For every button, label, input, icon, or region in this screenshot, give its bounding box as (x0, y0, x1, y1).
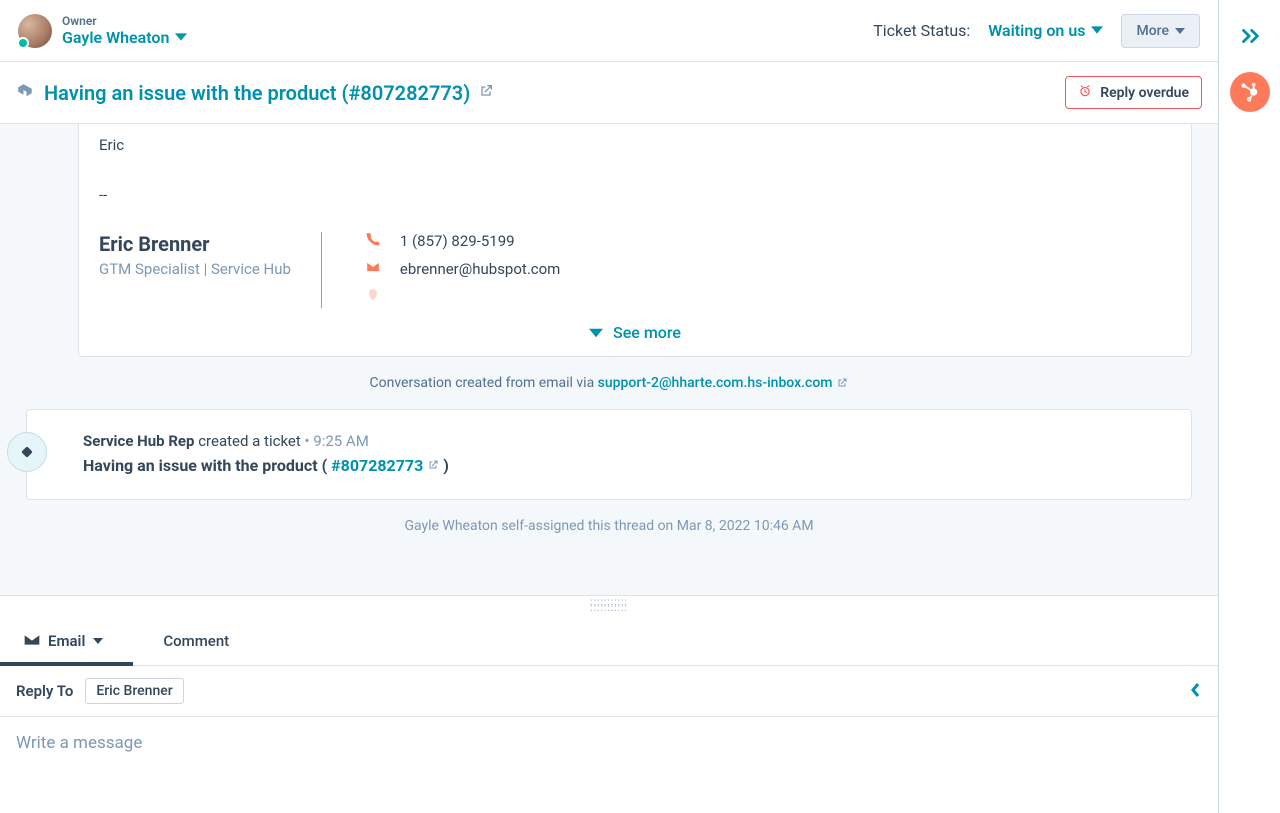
message-editor[interactable] (0, 717, 1218, 813)
event-time: 9:25 AM (313, 432, 369, 450)
chevron-down-icon (589, 326, 603, 340)
ticket-badge-icon (7, 432, 47, 472)
reply-overdue-badge: Reply overdue (1065, 76, 1202, 109)
phone-icon (366, 232, 380, 250)
caret-down-icon (175, 28, 187, 47)
caret-down-icon (93, 632, 103, 650)
caret-down-icon (1091, 21, 1103, 40)
location-icon (366, 288, 380, 306)
signature-phone: 1 (857) 829-5199 (400, 232, 515, 250)
ticket-created-event: Service Hub Rep created a ticket • 9:25 … (26, 409, 1192, 500)
collapse-recipients-icon[interactable] (1190, 682, 1202, 701)
email-icon (366, 260, 380, 278)
presence-indicator (17, 37, 29, 49)
resize-handle[interactable]: :::::::::::::::::::::: (0, 595, 1218, 616)
ticket-status-label: Ticket Status: (873, 21, 970, 40)
header-owner-status: Owner Gayle Wheaton Ticket Status: Waiti… (0, 0, 1218, 62)
tab-comment[interactable]: Comment (163, 616, 229, 665)
envelope-icon (24, 632, 40, 650)
signature-email: ebrenner@hubspot.com (400, 260, 560, 278)
compose-area: Email Comment Reply To Eric Brenner (0, 616, 1218, 813)
signature-title: GTM Specialist | Service Hub (99, 260, 291, 278)
owner-avatar[interactable] (18, 14, 52, 48)
signature-separator: -- (99, 186, 1171, 204)
collapse-panel-button[interactable] (1232, 18, 1268, 54)
ticket-status-dropdown[interactable]: Waiting on us (988, 21, 1103, 40)
email-message-card: Eric -- Eric Brenner GTM Specialist | Se… (78, 124, 1192, 357)
owner-dropdown[interactable]: Gayle Wheaton (62, 28, 187, 47)
email-signature: Eric Brenner GTM Specialist | Service Hu… (99, 232, 1171, 308)
message-closing: Eric (99, 136, 1171, 154)
owner-label: Owner (62, 14, 187, 28)
event-actor: Service Hub Rep (83, 432, 194, 450)
owner-block: Owner Gayle Wheaton (18, 14, 187, 48)
external-link-icon[interactable] (832, 375, 848, 391)
tab-email[interactable]: Email (24, 616, 103, 665)
message-input[interactable] (16, 733, 1202, 753)
reply-to-row: Reply To Eric Brenner (0, 666, 1218, 717)
reply-to-label: Reply To (16, 682, 73, 700)
caret-down-icon (1175, 26, 1185, 36)
hubspot-logo-icon[interactable] (1230, 72, 1270, 112)
conversation-source: Conversation created from email via supp… (0, 357, 1218, 409)
external-link-icon[interactable] (427, 456, 439, 475)
alarm-clock-icon (1078, 83, 1092, 102)
self-assign-note: Gayle Wheaton self-assigned this thread … (0, 500, 1218, 542)
event-ticket-number-link[interactable]: #807282773 (331, 456, 423, 475)
compose-tabs: Email Comment (0, 616, 1218, 666)
reply-to-chip[interactable]: Eric Brenner (85, 678, 183, 704)
ticket-icon (16, 82, 34, 104)
more-button[interactable]: More (1121, 14, 1200, 48)
see-more-button[interactable]: See more (79, 308, 1191, 356)
external-link-icon[interactable] (478, 83, 494, 103)
header-ticket-title: Having an issue with the product (#80728… (0, 62, 1218, 124)
source-email-link[interactable]: support-2@hharte.com.hs-inbox.com (598, 375, 833, 391)
right-rail (1218, 0, 1280, 813)
event-ticket-title: Having an issue with the product (83, 456, 318, 475)
signature-name: Eric Brenner (99, 232, 291, 256)
ticket-title-link[interactable]: Having an issue with the product (#80728… (44, 81, 470, 105)
conversation-thread: Eric -- Eric Brenner GTM Specialist | Se… (0, 124, 1218, 595)
